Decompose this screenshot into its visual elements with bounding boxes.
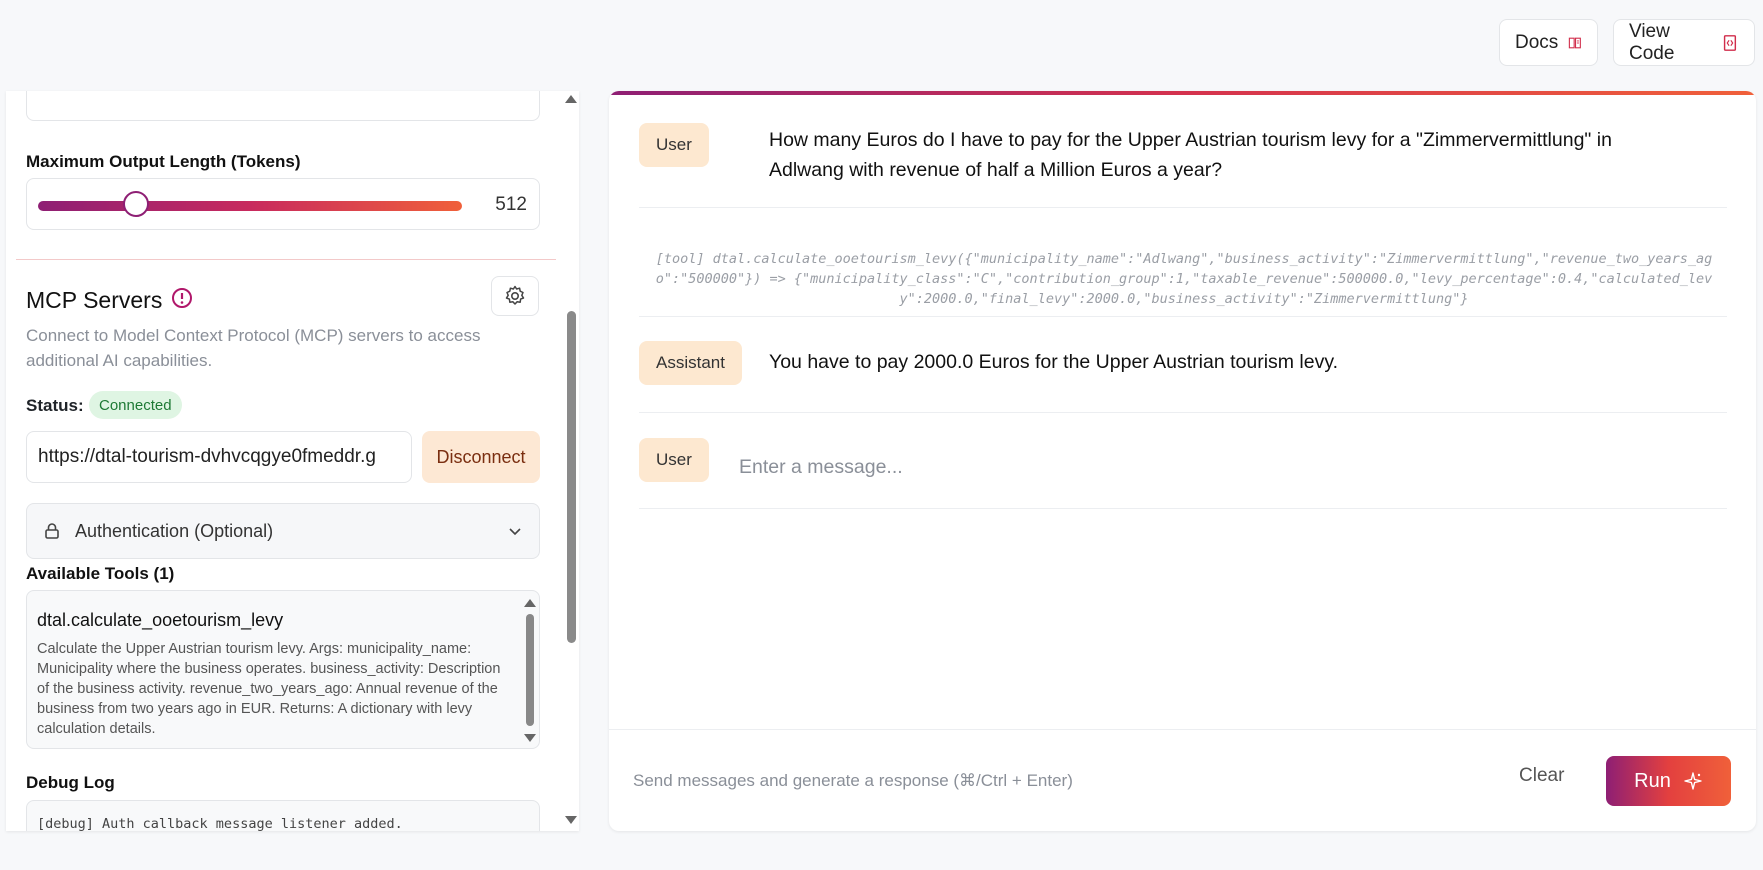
debug-log-line: [debug] Auth callback message listener a… bbox=[37, 816, 403, 831]
chevron-down-icon bbox=[509, 528, 521, 536]
message-text[interactable]: How many Euros do I have to pay for the … bbox=[769, 125, 1689, 185]
accent-bar bbox=[609, 91, 1756, 95]
max-output-slider-thumb[interactable] bbox=[122, 191, 149, 217]
status-label: Status: bbox=[26, 396, 84, 415]
role-user-button[interactable]: User bbox=[639, 123, 709, 167]
message-input[interactable] bbox=[739, 456, 1639, 479]
message-row: Assistant You have to pay 2000.0 Euros f… bbox=[639, 317, 1727, 413]
chat-footer: Send messages and generate a response (⌘… bbox=[609, 729, 1756, 831]
alert-circle-icon[interactable] bbox=[170, 286, 194, 310]
scroll-up-arrow[interactable] bbox=[524, 599, 536, 607]
message-text[interactable]: You have to pay 2000.0 Euros for the Upp… bbox=[769, 347, 1689, 377]
view-code-button[interactable]: View Code bbox=[1613, 19, 1755, 66]
lock-icon bbox=[45, 523, 59, 539]
view-code-label: View Code bbox=[1629, 20, 1675, 64]
debug-log-label: Debug Log bbox=[26, 773, 115, 792]
disconnect-button[interactable]: Disconnect bbox=[422, 431, 540, 483]
authentication-accordion[interactable]: Authentication (Optional) bbox=[26, 503, 540, 559]
gear-icon bbox=[505, 285, 525, 305]
book-icon bbox=[1569, 37, 1582, 48]
mcp-servers-title: MCP Servers bbox=[26, 287, 163, 313]
debug-log: [debug] Auth callback message listener a… bbox=[26, 800, 540, 831]
max-output-slider-box: 512 bbox=[26, 178, 540, 230]
role-assistant-button[interactable]: Assistant bbox=[639, 341, 742, 385]
clear-button[interactable]: Clear bbox=[1519, 765, 1564, 787]
scroll-down-arrow[interactable] bbox=[524, 734, 536, 742]
available-tools-label: Available Tools (1) bbox=[26, 564, 175, 583]
server-url-input[interactable] bbox=[26, 431, 412, 483]
tools-list: dtal.calculate_ooetourism_levy Calculate… bbox=[26, 590, 540, 749]
mcp-settings-button[interactable] bbox=[491, 276, 539, 316]
docs-button[interactable]: Docs bbox=[1499, 19, 1598, 66]
section-divider bbox=[16, 259, 556, 260]
tool-call-log: [tool] dtal.calculate_ooetourism_levy({"… bbox=[655, 251, 1713, 307]
authentication-label: Authentication (Optional) bbox=[75, 520, 274, 541]
settings-panel: Maximum Output Length (Tokens) 512 MCP S… bbox=[6, 91, 579, 831]
settings-scrollbar[interactable] bbox=[563, 91, 579, 831]
role-user-button[interactable]: User bbox=[639, 438, 709, 482]
status-badge: Connected bbox=[89, 391, 182, 419]
tools-scrollbar[interactable] bbox=[524, 599, 536, 742]
mcp-description: Connect to Model Context Protocol (MCP) … bbox=[26, 326, 481, 370]
chat-panel: User How many Euros do I have to pay for… bbox=[609, 91, 1756, 831]
run-label: Run bbox=[1634, 769, 1671, 792]
scroll-up-arrow[interactable] bbox=[565, 95, 577, 103]
docs-button-label: Docs bbox=[1515, 31, 1559, 53]
max-output-value: 512 bbox=[495, 194, 527, 215]
run-button[interactable]: Run bbox=[1606, 756, 1731, 806]
sparkle-icon bbox=[1684, 772, 1702, 790]
tools-scrollbar-thumb[interactable] bbox=[526, 614, 534, 726]
settings-scrollbar-thumb[interactable] bbox=[567, 311, 576, 643]
code-file-icon bbox=[1723, 34, 1737, 51]
tool-name: dtal.calculate_ooetourism_levy bbox=[37, 610, 284, 630]
max-output-slider-track[interactable] bbox=[38, 201, 462, 211]
scroll-down-arrow[interactable] bbox=[565, 816, 577, 824]
previous-setting-field[interactable] bbox=[26, 91, 540, 121]
footer-hint: Send messages and generate a response (⌘… bbox=[633, 771, 1073, 790]
tool-description: Calculate the Upper Austrian tourism lev… bbox=[37, 641, 501, 737]
message-row: User How many Euros do I have to pay for… bbox=[639, 119, 1727, 207]
max-output-label: Maximum Output Length (Tokens) bbox=[26, 152, 301, 171]
